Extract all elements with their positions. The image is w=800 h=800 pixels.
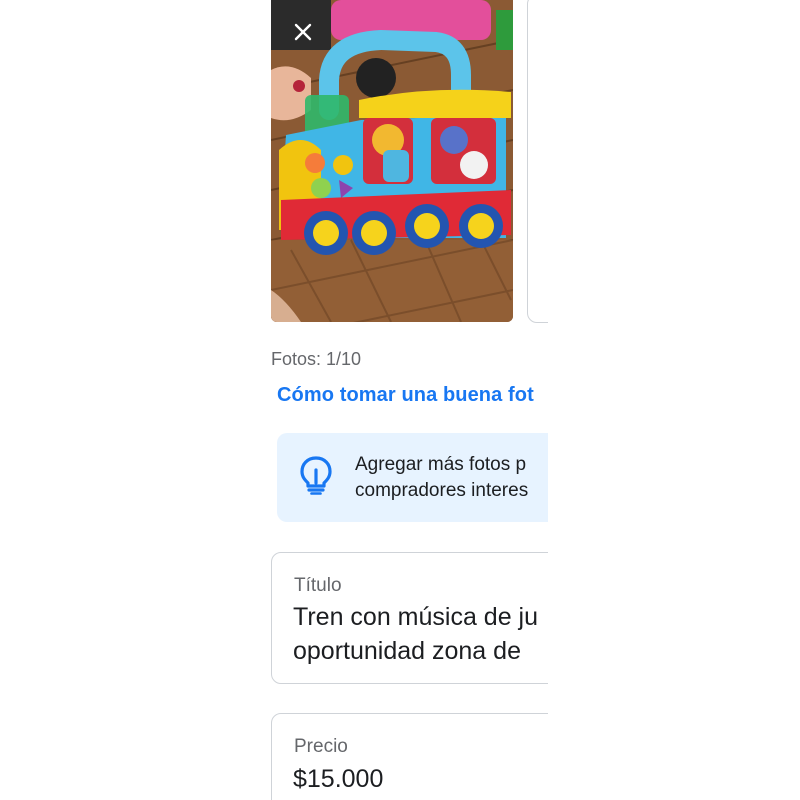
title-field[interactable]: Título Tren con música de ju oportunidad… — [271, 552, 548, 684]
price-field-value[interactable]: $15.000 — [293, 762, 383, 796]
title-field-label: Título — [294, 575, 342, 596]
photo-tips-link[interactable]: Cómo tomar una buena fot — [277, 384, 534, 407]
listing-form-screen: Fotos: 1/10 Cómo tomar una buena fot Agr… — [0, 0, 548, 800]
lightbulb-icon — [300, 456, 332, 495]
price-field-label: Precio — [294, 736, 348, 757]
tip-banner: Agregar más fotos p compradores interes — [277, 433, 548, 522]
title-field-value[interactable]: Tren con música de ju oportunidad zona d… — [293, 600, 538, 668]
price-field[interactable]: Precio $15.000 — [271, 713, 548, 800]
add-photo-slot[interactable] — [527, 0, 548, 323]
remove-photo-button[interactable] — [285, 14, 321, 50]
photo-count: Fotos: 1/10 — [271, 349, 362, 369]
close-icon — [294, 23, 312, 41]
tip-banner-text: Agregar más fotos p compradores interes — [355, 454, 529, 501]
